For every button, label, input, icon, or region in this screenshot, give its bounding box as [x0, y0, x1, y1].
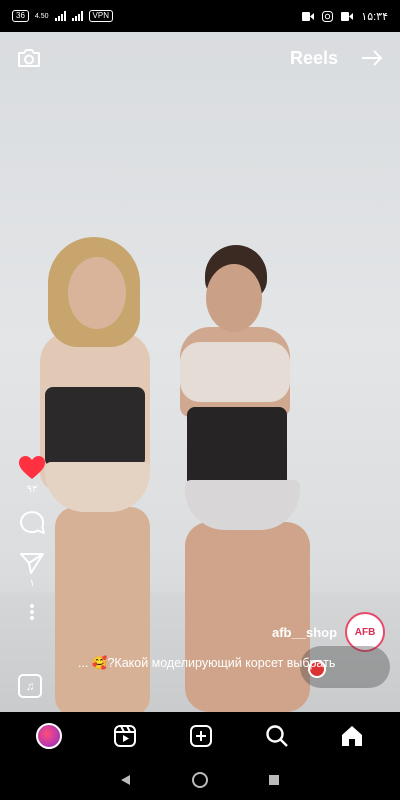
model-right-brief [185, 480, 300, 530]
arrow-right-icon[interactable] [360, 49, 384, 67]
home-icon[interactable] [340, 724, 364, 748]
bottom-navigation [0, 712, 400, 760]
top-bar: Reels [0, 40, 400, 76]
heart-icon[interactable] [18, 455, 46, 481]
profile-avatar[interactable] [35, 723, 62, 749]
camera-icon[interactable] [16, 47, 42, 69]
model-left-brief [45, 462, 150, 512]
side-actions: ۹۳ ۱ [14, 455, 50, 621]
model-right-head [206, 264, 262, 332]
status-bar: 36 4.50 VPN ۱۵:۳۴ [0, 0, 400, 32]
network-speed: 4.50 [34, 12, 49, 20]
video-camera-icon-2 [341, 11, 354, 21]
share-icon[interactable] [19, 551, 45, 575]
model-right-corset [187, 407, 287, 487]
model-right-bra [180, 342, 290, 402]
signal-icon-2 [71, 11, 83, 21]
page-title: Reels [289, 47, 338, 68]
username[interactable]: afb__shop [272, 625, 337, 640]
video-camera-icon [302, 11, 315, 21]
post-caption[interactable]: ... 🥰?Какой моделирующий корсет выбрать [78, 656, 335, 671]
signal-icon [54, 11, 66, 21]
share-count: ۱ [29, 578, 35, 589]
more-options-icon[interactable] [29, 603, 35, 621]
system-navigation [0, 760, 400, 800]
battery-indicator: 36 [12, 10, 29, 22]
model-left-head [68, 257, 126, 329]
instagram-icon [322, 10, 334, 22]
music-icon[interactable]: ♫ [18, 674, 42, 698]
reel-video[interactable] [0, 32, 400, 712]
new-post-icon[interactable] [189, 724, 213, 748]
home-button-icon[interactable] [191, 771, 209, 789]
back-icon[interactable] [120, 774, 132, 786]
clock: ۱۵:۳۴ [361, 10, 388, 23]
like-count: ۹۳ [26, 484, 38, 495]
shop-logo-text: AFB [354, 626, 376, 638]
vpn-badge: VPN [88, 10, 113, 22]
reels-icon[interactable] [113, 724, 137, 748]
model-left-legs [55, 507, 150, 712]
recents-icon[interactable] [268, 774, 280, 786]
search-icon[interactable] [265, 724, 289, 748]
model-left-corset [45, 387, 145, 467]
comment-icon[interactable] [18, 509, 46, 535]
